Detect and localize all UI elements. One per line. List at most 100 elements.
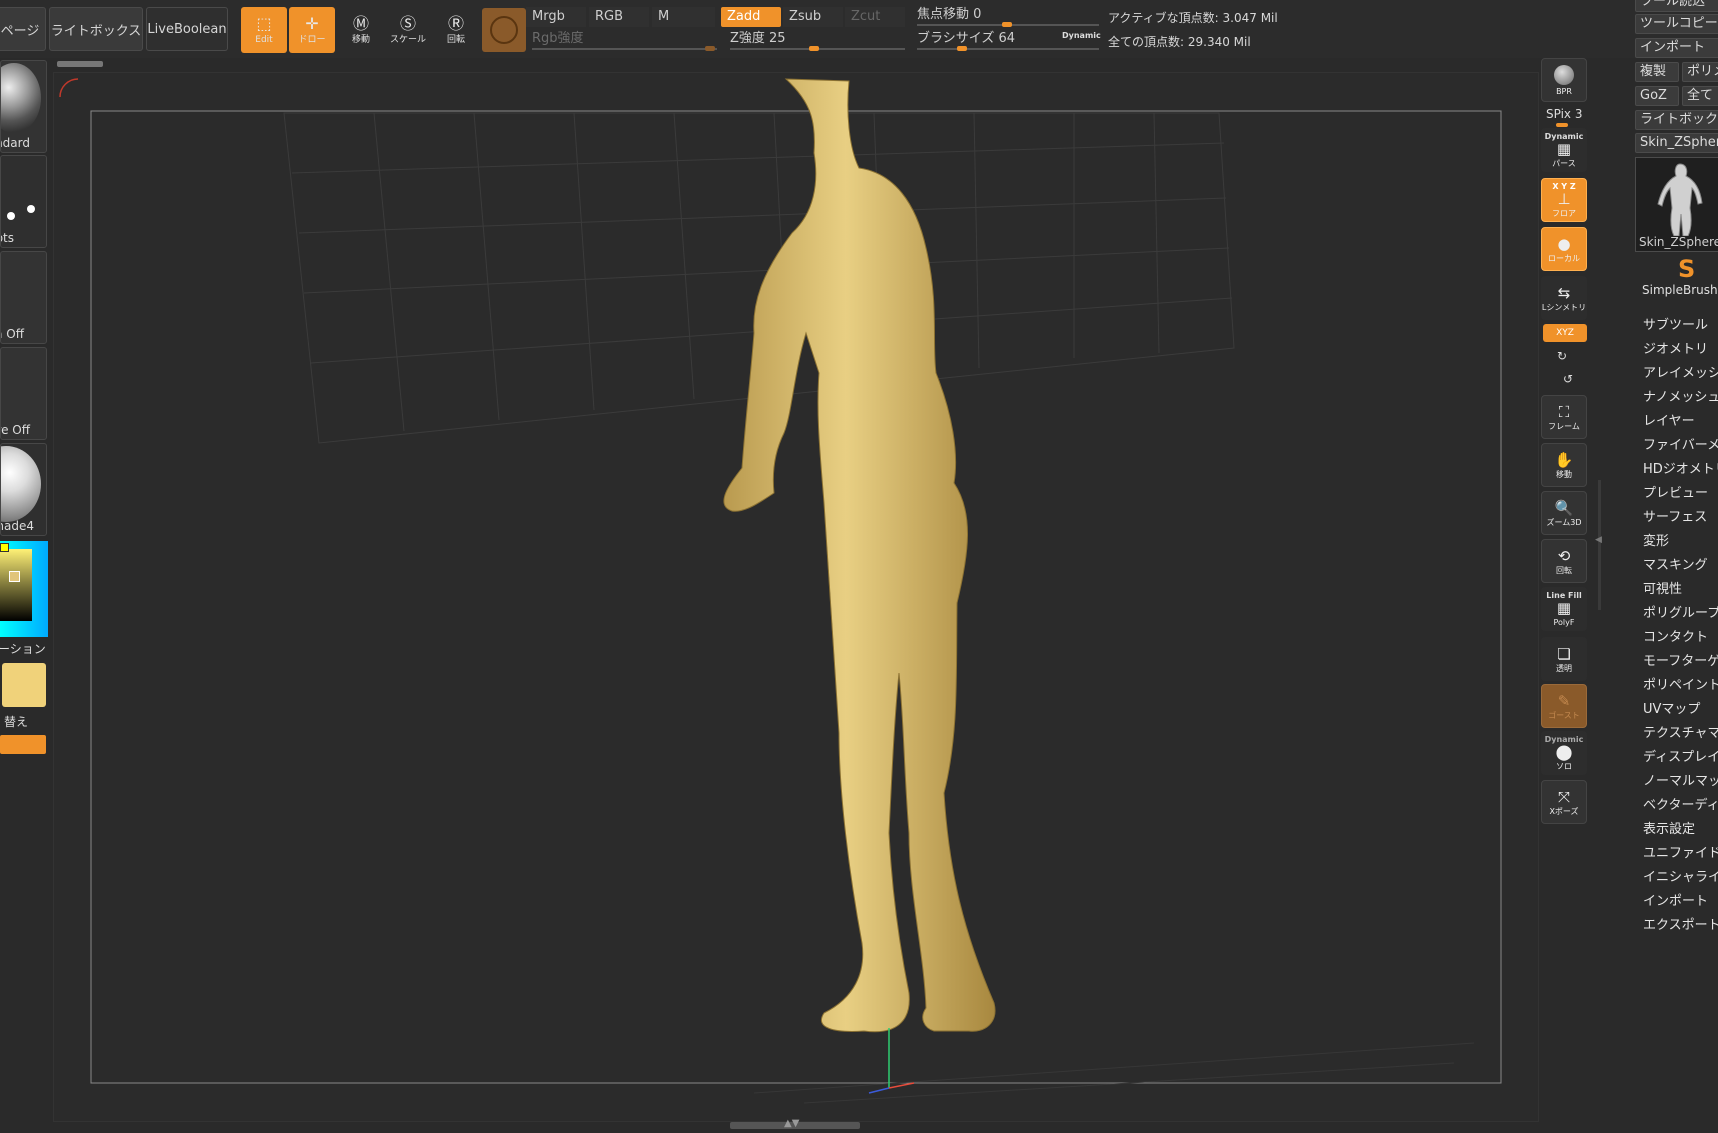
rgb-intensity-slider[interactable]: Rgb強度	[526, 29, 717, 49]
liveboolean-button[interactable]: LiveBoolean	[146, 7, 228, 51]
rgb-intensity-knob[interactable]	[705, 46, 715, 51]
copy-tool-button[interactable]: ツールコピー	[1635, 14, 1718, 34]
menu-surface[interactable]: サーフェス	[1643, 506, 1707, 525]
rotate-mode-button[interactable]: Ⓡ 回転	[433, 7, 479, 53]
gradient-label: ーション	[0, 642, 46, 656]
polyframe-grid-icon: ▦	[1556, 598, 1572, 617]
lightbox-tools-button[interactable]: ライトボック	[1635, 110, 1718, 130]
menu-display-properties[interactable]: 表示設定	[1643, 818, 1695, 837]
spix-knob[interactable]	[1556, 123, 1568, 127]
local-symmetry-button[interactable]: ● ローカル	[1541, 227, 1587, 271]
ghost-button[interactable]: ✎ ゴースト	[1541, 684, 1587, 728]
z-rotation-icon[interactable]: ↺	[1563, 372, 1573, 386]
material-swatch[interactable]	[482, 8, 526, 52]
stroke-selector[interactable]: ots	[0, 155, 47, 248]
menu-visibility[interactable]: 可視性	[1643, 578, 1682, 597]
canvas-scroll-tab[interactable]	[57, 61, 103, 67]
edit-icon: ⬚	[256, 13, 272, 33]
tool-thumbnail[interactable]: Skin_ZSphere	[1635, 157, 1718, 252]
frame-button[interactable]: ⛶ フレーム	[1541, 395, 1587, 439]
page-tab[interactable]: ページ	[0, 7, 46, 51]
perspective-button[interactable]: Dynamic ▦ パース	[1541, 128, 1587, 172]
floor-button[interactable]: X Y Z ⊥ フロア	[1541, 178, 1587, 222]
menu-polygroups[interactable]: ポリグループ	[1643, 602, 1718, 621]
alpha-selector[interactable]: a Off	[0, 251, 47, 344]
menu-uv-map[interactable]: UVマップ	[1643, 698, 1700, 717]
solo-button[interactable]: Dynamic ⬤ ソロ	[1541, 731, 1587, 775]
switch-color-label[interactable]: 替え	[4, 713, 28, 730]
lsym-button[interactable]: ⇆ Lシンメトリ	[1541, 276, 1587, 320]
zadd-button[interactable]: Zadd	[721, 7, 781, 27]
bpr-button[interactable]: BPR	[1541, 58, 1587, 102]
menu-masking[interactable]: マスキング	[1643, 554, 1708, 573]
viewport[interactable]	[53, 72, 1539, 1122]
rgb-button[interactable]: RGB	[589, 7, 649, 27]
tray-collapse-arrow-icon[interactable]: ◀	[1595, 535, 1602, 545]
move-icon: Ⓜ	[352, 13, 369, 33]
edit-mode-button[interactable]: ⬚ Edit	[241, 7, 287, 53]
z-intensity-knob[interactable]	[809, 46, 819, 51]
main-color-swatch[interactable]	[2, 663, 46, 707]
texture-selector[interactable]: re Off	[0, 347, 47, 440]
viewport-scene	[59, 78, 1502, 1104]
xpose-button[interactable]: ⤧ Xポーズ	[1541, 780, 1587, 824]
solo-icon: ⬤	[1555, 742, 1573, 761]
brush-selector[interactable]: ndard	[0, 60, 47, 153]
menu-polypaint[interactable]: ポリペイント	[1643, 674, 1718, 693]
menu-subtool[interactable]: サブツール	[1643, 314, 1708, 333]
transparency-button[interactable]: ❏ 透明	[1541, 637, 1587, 681]
rotate-icon: Ⓡ	[447, 13, 464, 33]
rotate-view-button[interactable]: ⟲ 回転	[1541, 539, 1587, 583]
menu-import[interactable]: インポート	[1643, 890, 1708, 909]
menu-vector-displacement[interactable]: ベクターディ	[1643, 794, 1718, 813]
import-tool-button[interactable]: インポート	[1635, 38, 1718, 58]
tray-scrollbar[interactable]	[1598, 480, 1601, 610]
dynamic-size-toggle[interactable]: Dynamic	[1062, 31, 1101, 40]
menu-unified-skin[interactable]: ユニファイド	[1643, 842, 1718, 861]
m-button[interactable]: M	[652, 7, 715, 27]
brush-size-knob[interactable]	[957, 46, 967, 51]
move-view-button[interactable]: ✋ 移動	[1541, 443, 1587, 487]
spix-slider[interactable]: SPix 3	[1546, 107, 1582, 121]
menu-contact[interactable]: コンタクト	[1643, 626, 1708, 645]
load-tool-button[interactable]: ツール読込	[1635, 0, 1718, 12]
scale-mode-button[interactable]: Ⓢ スケール	[385, 7, 431, 53]
zcut-button[interactable]: Zcut	[845, 7, 905, 27]
material-selector[interactable]: hade4	[0, 443, 47, 536]
current-tool-name[interactable]: Skin_ZSphere	[1635, 133, 1718, 153]
menu-morph-target[interactable]: モーフターゲ	[1643, 650, 1718, 669]
alternate-color-button[interactable]	[0, 735, 46, 754]
menu-hd-geometry[interactable]: HDジオメトリ	[1643, 458, 1718, 477]
menu-preview[interactable]: プレビュー	[1643, 482, 1708, 501]
menu-nanomesh[interactable]: ナノメッシュ	[1643, 386, 1718, 405]
menu-displacement-map[interactable]: ディスプレイ	[1643, 746, 1718, 765]
menu-deformation[interactable]: 変形	[1643, 530, 1669, 549]
goz-all-button[interactable]: 全て	[1682, 86, 1718, 106]
lightbox-button[interactable]: ライトボックス	[49, 7, 143, 51]
focal-shift-knob[interactable]	[1002, 22, 1012, 27]
goz-button[interactable]: GoZ	[1635, 86, 1679, 106]
make-polymesh-button[interactable]: ポリメ	[1682, 62, 1718, 82]
draw-mode-button[interactable]: ✛ ドロー	[289, 7, 335, 53]
corner-indicator	[59, 78, 79, 98]
color-field[interactable]	[0, 549, 32, 621]
xyz-rotation-toggle[interactable]: XYZ	[1543, 324, 1587, 342]
mrgb-button[interactable]: Mrgb	[526, 7, 586, 27]
y-rotation-icon[interactable]: ↻	[1557, 349, 1567, 363]
polyframe-button[interactable]: Line Fill ▦ PolyF	[1541, 587, 1587, 631]
bottom-dock-arrows-icon[interactable]: ▲▼	[784, 1118, 799, 1129]
menu-layers[interactable]: レイヤー	[1643, 410, 1695, 429]
simplebrush-tool[interactable]: S SimpleBrush	[1640, 255, 1718, 299]
zsub-button[interactable]: Zsub	[783, 7, 843, 27]
menu-export[interactable]: エクスポート	[1643, 914, 1718, 933]
color-picker[interactable]	[0, 541, 48, 637]
menu-geometry[interactable]: ジオメトリ	[1643, 338, 1708, 357]
move-mode-button[interactable]: Ⓜ 移動	[338, 7, 384, 53]
clone-tool-button[interactable]: 複製	[1635, 62, 1679, 82]
menu-fibermesh[interactable]: ファイバーメ	[1643, 434, 1718, 453]
zoom3d-button[interactable]: 🔍 ズーム3D	[1541, 491, 1587, 535]
menu-normal-map[interactable]: ノーマルマッ	[1643, 770, 1718, 789]
menu-initialize[interactable]: イニシャライ	[1643, 866, 1718, 885]
menu-arraymesh[interactable]: アレイメッシ	[1643, 362, 1718, 381]
menu-texture-map[interactable]: テクスチャマ	[1643, 722, 1718, 741]
